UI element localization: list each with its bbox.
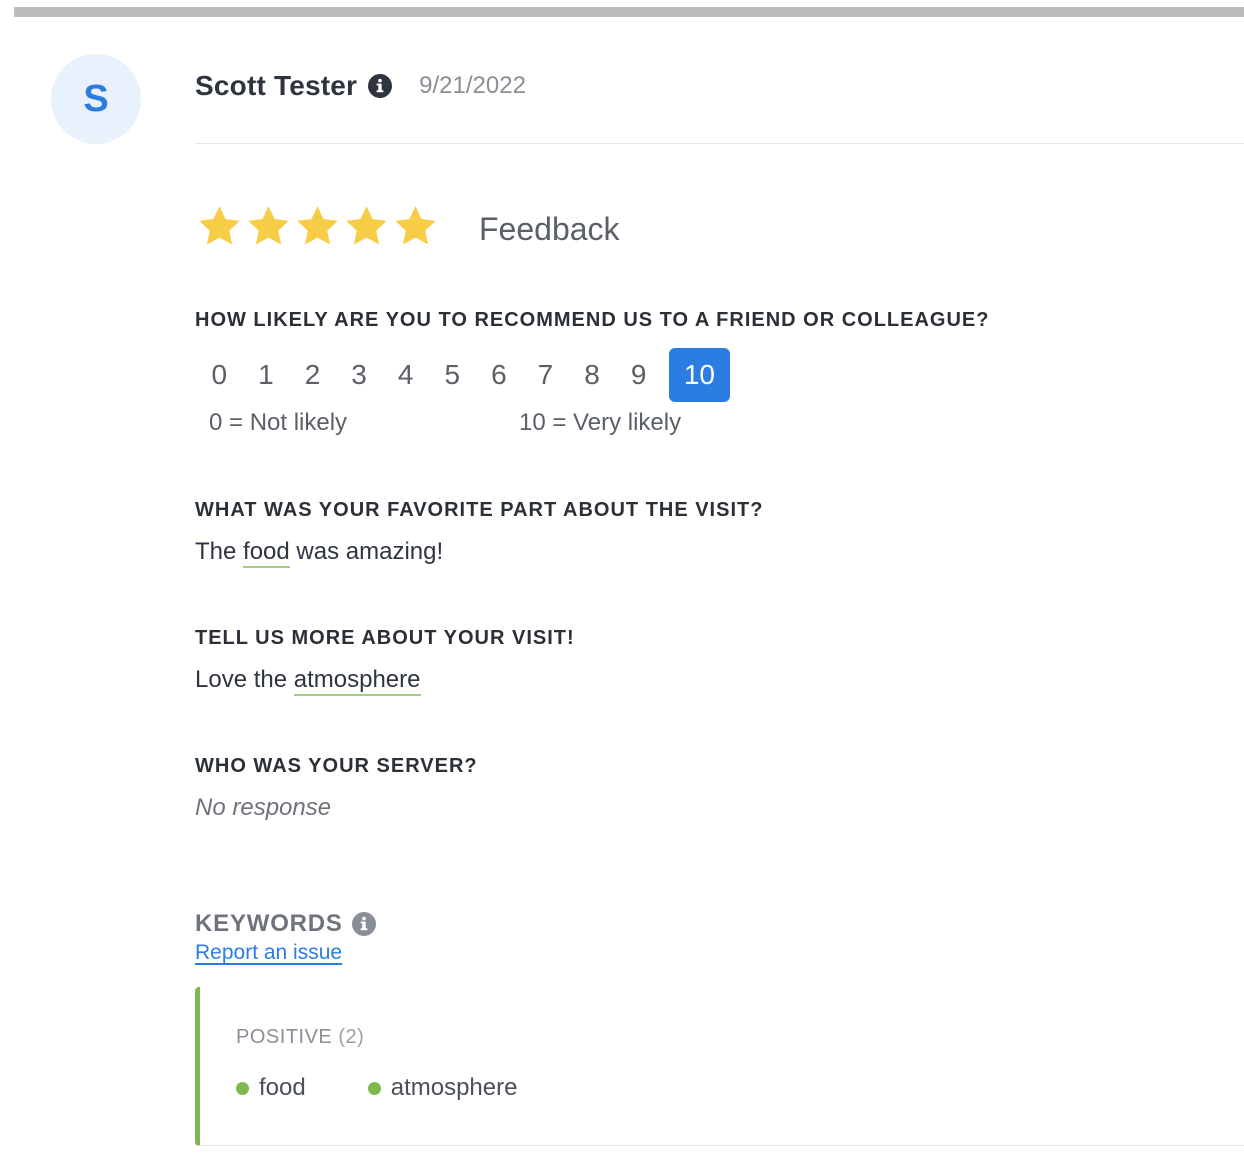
nps-option: 6: [491, 359, 507, 390]
avatar: S: [51, 54, 141, 144]
review-date: 9/21/2022: [419, 72, 526, 99]
nps-high-label: 10 = Very likely: [519, 409, 682, 436]
keywords-title: KEYWORDS: [195, 910, 376, 938]
nps-low-label: 0 = Not likely: [209, 409, 348, 436]
more-question: TELL US MORE ABOUT YOUR VISIT!: [195, 627, 575, 649]
answer-text: The: [195, 538, 244, 565]
nps-option: 1: [258, 359, 274, 390]
keyword-highlight-food: food: [243, 538, 290, 568]
nps-scale: 0 1 2 3 4 5 6 7 8 9 10: [196, 348, 730, 402]
avatar-initial: S: [83, 77, 109, 120]
star-rating: [195, 203, 440, 250]
positive-label: POSITIVE: [236, 1026, 333, 1048]
keyword-text: food: [259, 1074, 306, 1101]
positive-heading: POSITIVE (2): [236, 1026, 364, 1049]
answer-text: Love the: [195, 666, 294, 693]
nps-option: 8: [584, 359, 600, 390]
nps-option: 9: [630, 359, 647, 390]
positive-count: (2): [338, 1026, 365, 1048]
nps-option-selected: 10: [668, 348, 730, 402]
favorite-answer: The food was amazing!: [195, 538, 444, 568]
review-header: Scott Tester 9/21/2022: [195, 70, 526, 102]
positive-dot-icon: [236, 1081, 249, 1095]
nps-option: 5: [444, 359, 461, 390]
top-scroll-rule: [0, 0, 1244, 17]
favorite-question: WHAT WAS YOUR FAVORITE PART ABOUT THE VI…: [195, 499, 764, 521]
keywords-title-text: KEYWORDS: [195, 910, 343, 937]
info-icon[interactable]: [351, 912, 376, 936]
positive-dot-icon: [367, 1081, 381, 1095]
star-icon: [199, 206, 240, 245]
reviewer-name: Scott Tester: [195, 70, 358, 101]
answer-text: was amazing!: [289, 538, 444, 565]
keywords-positive-panel: POSITIVE (2) food atmosphere: [195, 987, 1244, 1146]
review-source-label: Feedback: [479, 211, 620, 247]
star-icon: [297, 206, 338, 245]
server-question: WHO WAS YOUR SERVER?: [195, 755, 478, 777]
nps-question: HOW LIKELY ARE YOU TO RECOMMEND US TO A …: [195, 309, 990, 331]
keyword-item: food: [236, 1074, 306, 1102]
nps-option: 3: [351, 359, 367, 390]
keyword-item: atmosphere: [367, 1074, 518, 1102]
positive-keyword-list: food atmosphere: [236, 1074, 579, 1102]
star-icon: [346, 206, 387, 245]
nps-option: 4: [397, 359, 414, 390]
report-issue-link[interactable]: Report an issue: [195, 941, 342, 965]
star-icon: [395, 206, 436, 245]
more-answer: Love the atmosphere: [195, 666, 421, 696]
nps-option: 2: [304, 359, 321, 390]
star-icon: [248, 206, 289, 245]
info-icon[interactable]: [368, 74, 393, 98]
keyword-text: atmosphere: [390, 1074, 518, 1101]
nps-option: 0: [211, 359, 228, 390]
nps-option: 7: [537, 359, 554, 390]
header-divider: [195, 143, 1244, 144]
server-answer: No response: [195, 794, 332, 821]
keyword-highlight-atmosphere: atmosphere: [293, 666, 421, 696]
